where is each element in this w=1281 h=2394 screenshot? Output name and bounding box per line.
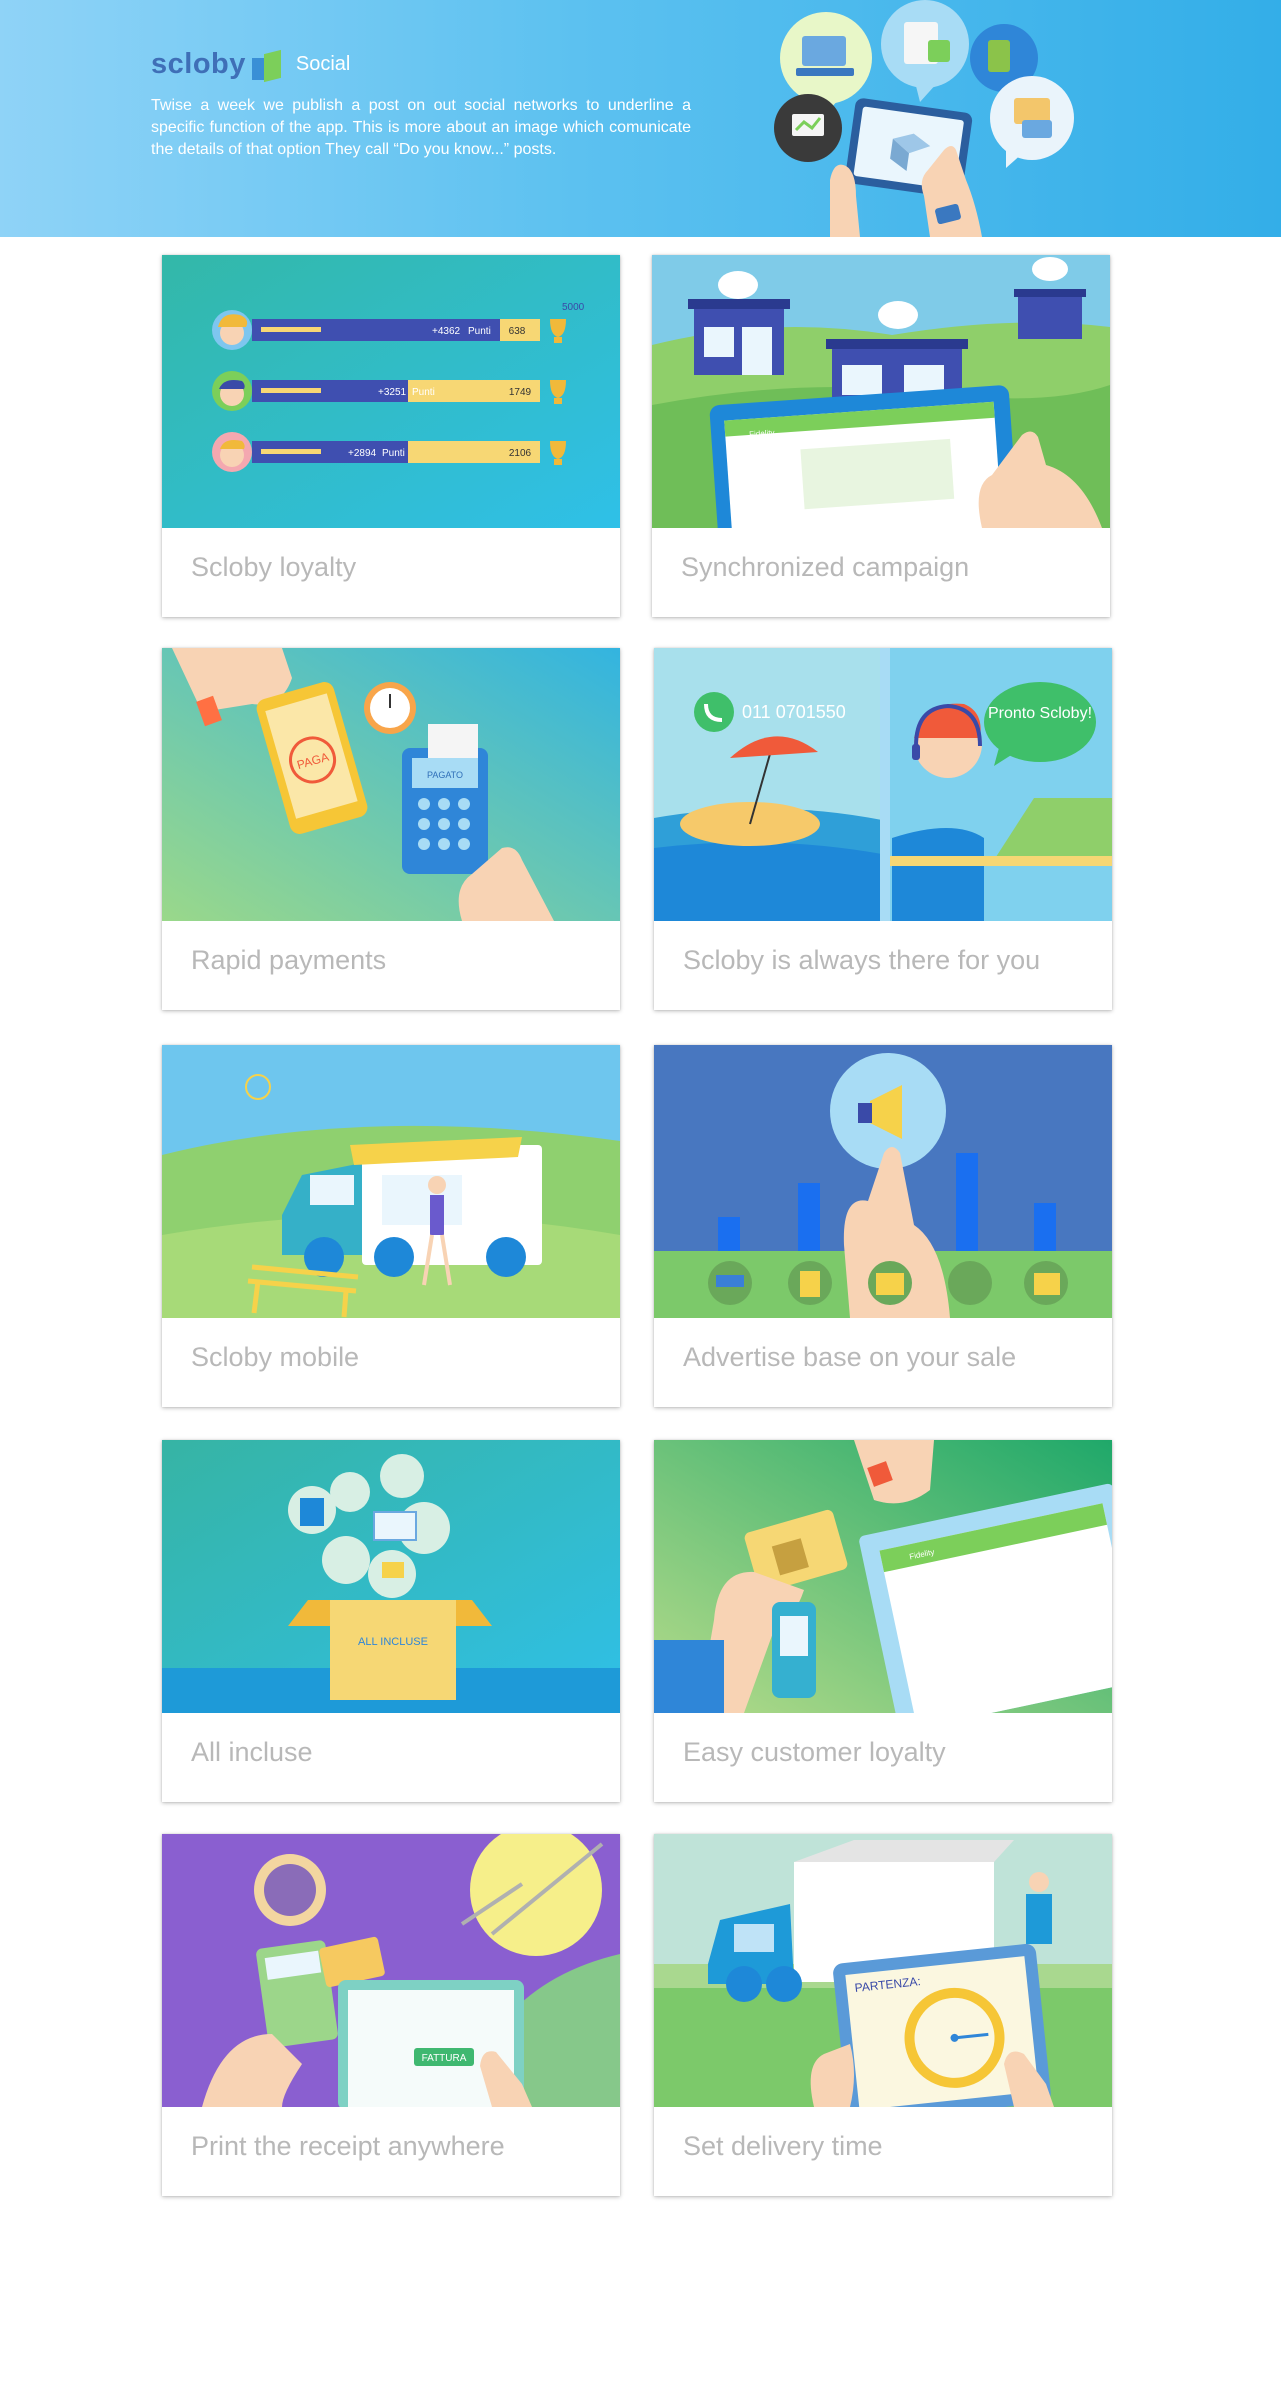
- card-scloby-loyalty[interactable]: 5000 +4362 Punti 638 +3251 Punti 1749 +2…: [162, 255, 620, 617]
- header-banner: scloby Social Twise a week we publish a …: [0, 0, 1281, 237]
- goal-label: 5000: [562, 302, 585, 313]
- brand-name: scloby: [151, 48, 246, 80]
- intro-text: Twise a week we publish a post on out so…: [151, 97, 691, 158]
- brand: scloby Social: [151, 48, 351, 82]
- loyalty-leaderboard-illustration: 5000 +4362 Punti 638 +3251 Punti 1749 +2…: [162, 255, 620, 528]
- card-title: Advertise base on your sale: [683, 1342, 1017, 1372]
- card-rapid-payments[interactable]: PAGA PAGATO Rapid payments: [162, 648, 620, 1010]
- section-title: Social: [295, 53, 351, 75]
- card-set-delivery-time[interactable]: PARTENZA: Set delivery time: [654, 1834, 1112, 2196]
- svg-text:Punti: Punti: [468, 326, 491, 337]
- card-title: Print the receipt anywhere: [191, 2131, 505, 2161]
- header-illustration: [774, 0, 1074, 237]
- card-all-incluse[interactable]: ALL INCLUSE All incluse: [162, 1440, 620, 1802]
- card-title: Scloby mobile: [191, 1342, 360, 1372]
- card-synchronized-campaign[interactable]: Fidelity Synchronized campaign: [652, 255, 1110, 617]
- svg-text:+4362: +4362: [432, 326, 461, 337]
- brand-logo-icon: [251, 49, 282, 82]
- delivery-clock-illustration: PARTENZA:: [654, 1834, 1112, 2107]
- megaphone-bars-illustration: [654, 1045, 1112, 1318]
- card-always-there[interactable]: 011 0701550 Pronto Scloby! Scloby is alw…: [654, 648, 1112, 1010]
- svg-text:2106: 2106: [509, 448, 532, 459]
- svg-text:1749: 1749: [509, 387, 532, 398]
- box-all-incluse-illustration: ALL INCLUSE: [162, 1440, 620, 1713]
- svg-text:Punti: Punti: [412, 387, 435, 398]
- svg-text:Fidelity: Fidelity: [749, 428, 775, 439]
- card-title: Scloby loyalty: [191, 552, 357, 582]
- svg-text:+2894: +2894: [348, 448, 377, 459]
- svg-text:011 0701550: 011 0701550: [742, 702, 846, 722]
- svg-text:+3251: +3251: [378, 387, 407, 398]
- support-call-illustration: 011 0701550 Pronto Scloby!: [654, 648, 1112, 921]
- card-print-receipt[interactable]: FATTURA Print the receipt anywhere: [162, 1834, 620, 2196]
- phone-payment-illustration: PAGA PAGATO: [162, 648, 620, 921]
- card-easy-customer-loyalty[interactable]: Fidelity Easy customer loyalty: [654, 1440, 1112, 1802]
- invoice-button-label: FATTURA: [422, 2053, 467, 2064]
- food-truck-illustration: [162, 1045, 620, 1318]
- card-title: Easy customer loyalty: [683, 1737, 946, 1767]
- card-title: Set delivery time: [683, 2131, 883, 2161]
- card-title: All incluse: [191, 1737, 313, 1767]
- card-title: Rapid payments: [191, 945, 387, 975]
- box-label: ALL INCLUSE: [358, 1636, 428, 1648]
- card-title: Synchronized campaign: [681, 552, 970, 582]
- svg-text:PAGATO: PAGATO: [427, 770, 463, 780]
- speech-text: Pronto Scloby!: [988, 705, 1092, 722]
- stores-tablet-illustration: Fidelity: [652, 255, 1110, 528]
- svg-text:638: 638: [509, 326, 526, 337]
- svg-text:Punti: Punti: [382, 448, 405, 459]
- card-scan-tablet-illustration: Fidelity: [654, 1440, 1112, 1713]
- table-receipt-illustration: FATTURA: [162, 1834, 620, 2107]
- card-advertise[interactable]: Advertise base on your sale: [654, 1045, 1112, 1407]
- card-scloby-mobile[interactable]: Scloby mobile: [162, 1045, 620, 1407]
- card-title: Scloby is always there for you: [683, 945, 1041, 975]
